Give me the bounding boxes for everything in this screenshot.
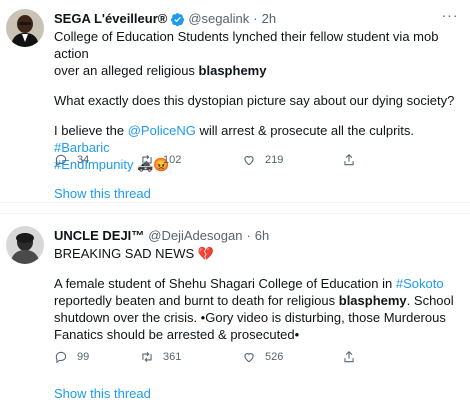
- retweet-icon: [142, 351, 152, 363]
- separator-dot: ·: [246, 228, 251, 243]
- reply-icon: [55, 154, 67, 167]
- avatar[interactable]: [6, 9, 44, 47]
- tweet-paragraph: College of Education Students lynched th…: [54, 29, 439, 78]
- tweet-text: BREAKING SAD NEWS 💔 A female student of …: [54, 245, 458, 356]
- handle[interactable]: @DejiAdesogan: [148, 228, 242, 244]
- reply-button[interactable]: 34: [54, 153, 140, 167]
- tweet-paragraph: BREAKING SAD NEWS 💔: [54, 246, 214, 261]
- retweet-count: 361: [163, 351, 182, 363]
- heart-icon: [244, 156, 254, 166]
- display-name[interactable]: UNCLE DEJI™: [54, 228, 144, 244]
- reply-count: 34: [77, 154, 90, 166]
- more-options-button[interactable]: ···: [440, 8, 460, 24]
- share-button[interactable]: [342, 350, 356, 364]
- verified-badge-icon: [171, 12, 185, 26]
- share-button[interactable]: [342, 153, 356, 167]
- reply-button[interactable]: 99: [54, 350, 140, 364]
- timestamp[interactable]: 2h: [262, 11, 276, 27]
- mention-link[interactable]: @PoliceNG: [128, 123, 196, 138]
- like-count: 526: [265, 351, 284, 363]
- tweet-header: SEGA L'éveilleur® @segalink · 2h: [54, 11, 276, 27]
- avatar[interactable]: [6, 226, 44, 264]
- like-count: 219: [265, 154, 284, 166]
- show-thread-link[interactable]: Show this thread: [54, 386, 151, 401]
- emoji: 💔: [197, 246, 214, 261]
- retweet-button[interactable]: 102: [140, 153, 242, 167]
- timestamp[interactable]: 6h: [255, 228, 269, 244]
- retweet-button[interactable]: 361: [140, 350, 242, 364]
- tweet[interactable]: UNCLE DEJI™ @DejiAdesogan · 6h BREAKING …: [0, 214, 470, 412]
- tweet-divider: [0, 202, 470, 214]
- tweet-paragraph: What exactly does this dystopian picture…: [54, 93, 455, 108]
- retweet-icon: [142, 154, 152, 166]
- like-button[interactable]: 526: [242, 350, 342, 364]
- reply-count: 99: [77, 351, 90, 363]
- heart-icon: [244, 353, 254, 363]
- share-icon: [344, 154, 354, 166]
- tweet-actions: 34 102 219: [54, 153, 356, 167]
- tweet-actions: 99 361 526: [54, 350, 356, 364]
- retweet-count: 102: [163, 154, 182, 166]
- tweet-header: UNCLE DEJI™ @DejiAdesogan · 6h: [54, 228, 269, 244]
- hashtag-link[interactable]: #Sokoto: [396, 276, 444, 291]
- like-button[interactable]: 219: [242, 153, 342, 167]
- share-icon: [344, 351, 354, 363]
- reply-icon: [55, 351, 67, 364]
- separator-dot: ·: [253, 11, 258, 26]
- tweet[interactable]: SEGA L'éveilleur® @segalink · 2h ··· Col…: [0, 0, 470, 202]
- show-thread-link[interactable]: Show this thread: [54, 186, 151, 201]
- tweet-paragraph: A female student of Shehu Shagari Colleg…: [54, 276, 454, 342]
- handle[interactable]: @segalink: [188, 11, 249, 27]
- display-name[interactable]: SEGA L'éveilleur®: [54, 11, 167, 27]
